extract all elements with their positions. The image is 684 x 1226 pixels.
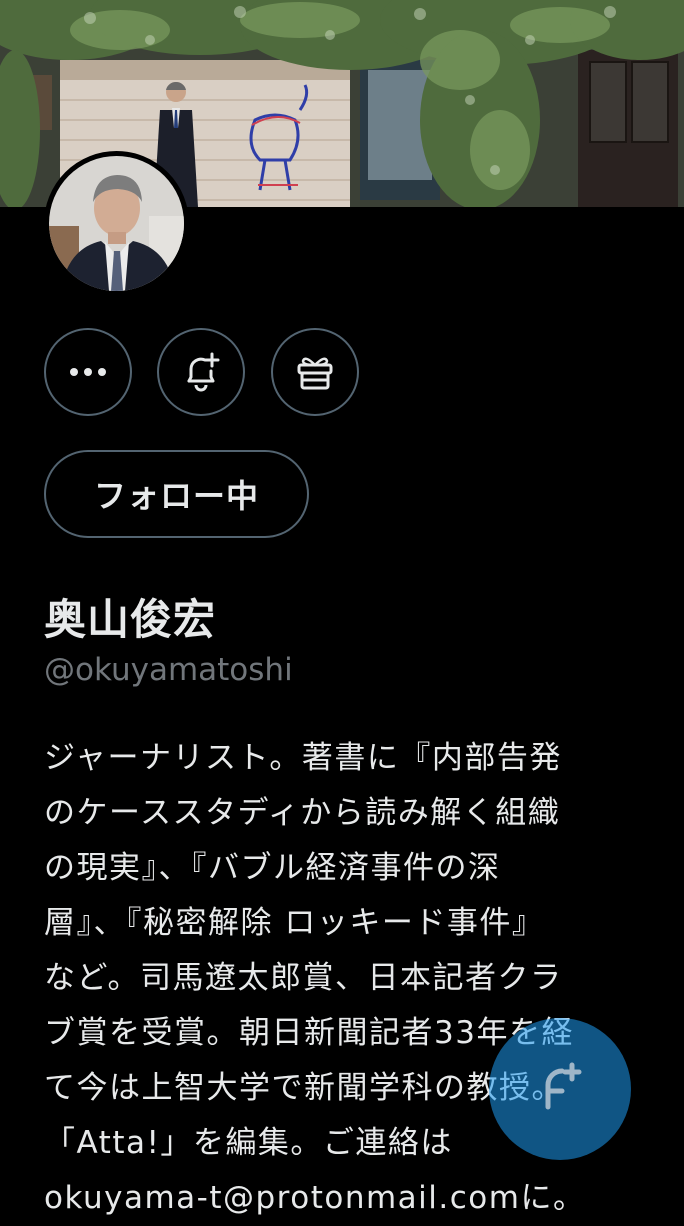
profile-handle: @okuyamatoshi <box>44 652 293 688</box>
profile-avatar[interactable] <box>44 151 189 296</box>
bio-line: 層』、『秘密解除 ロッキード事件』 <box>44 905 545 941</box>
compose-plus-icon <box>530 1059 590 1119</box>
profile-display-name: 奥山俊宏 <box>44 595 217 644</box>
bio-line: ジャーナリスト。著書に『内部告発 <box>44 740 562 776</box>
bio-line: のケーススタディから読み解く組織 <box>44 795 561 831</box>
notifications-button[interactable] <box>157 328 245 416</box>
bio-line: の現実』、『バブル経済事件の深 <box>44 850 501 886</box>
gift-button[interactable] <box>271 328 359 416</box>
more-options-button[interactable] <box>44 328 132 416</box>
gift-icon <box>295 353 335 391</box>
bell-plus-icon <box>181 351 221 393</box>
following-button[interactable]: フォロー中 <box>44 450 309 538</box>
bio-line: など。司馬遼太郎賞、日本記者クラ <box>44 960 563 996</box>
compose-post-button[interactable] <box>489 1018 631 1160</box>
bio-line: okuyama-t@protonmail.comに。 <box>44 1180 586 1216</box>
more-horizontal-icon <box>68 366 108 378</box>
